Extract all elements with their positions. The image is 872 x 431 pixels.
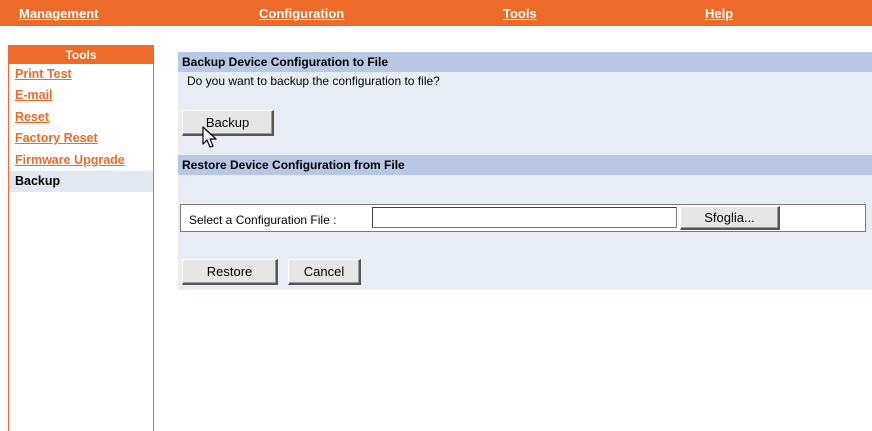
file-select-row: Select a Configuration File : Sfoglia... bbox=[180, 204, 866, 232]
restore-section-title: Restore Device Configuration from File bbox=[178, 155, 872, 175]
restore-button[interactable]: Restore bbox=[182, 259, 278, 285]
nav-management-link[interactable]: Management bbox=[19, 6, 98, 21]
backup-button[interactable]: Backup bbox=[182, 110, 274, 136]
sidebar-header: Tools bbox=[9, 46, 153, 64]
sidebar-item-reset[interactable]: Reset bbox=[9, 107, 153, 128]
cancel-button[interactable]: Cancel bbox=[288, 259, 361, 285]
file-path-input[interactable] bbox=[372, 207, 677, 228]
backup-question: Do you want to backup the configuration … bbox=[187, 74, 440, 88]
sidebar-item-factory-reset[interactable]: Factory Reset bbox=[9, 128, 153, 149]
file-select-label: Select a Configuration File : bbox=[189, 213, 337, 227]
nav-configuration-link[interactable]: Configuration bbox=[259, 6, 344, 21]
backup-section-title: Backup Device Configuration to File bbox=[178, 52, 872, 72]
sidebar-item-firmware-upgrade[interactable]: Firmware Upgrade bbox=[9, 150, 153, 171]
browse-button[interactable]: Sfoglia... bbox=[680, 206, 780, 230]
sidebar-item-backup[interactable]: Backup bbox=[9, 170, 153, 193]
sidebar-item-print-test[interactable]: Print Test bbox=[9, 64, 153, 85]
sidebar-item-email[interactable]: E-mail bbox=[9, 85, 153, 106]
top-nav-bar: Management Configuration Tools Help bbox=[0, 0, 872, 26]
nav-help-link[interactable]: Help bbox=[705, 6, 733, 21]
nav-tools-link[interactable]: Tools bbox=[503, 6, 537, 21]
tools-sidebar: Tools Print Test E-mail Reset Factory Re… bbox=[8, 45, 154, 431]
mouse-pointer-icon bbox=[202, 126, 217, 148]
